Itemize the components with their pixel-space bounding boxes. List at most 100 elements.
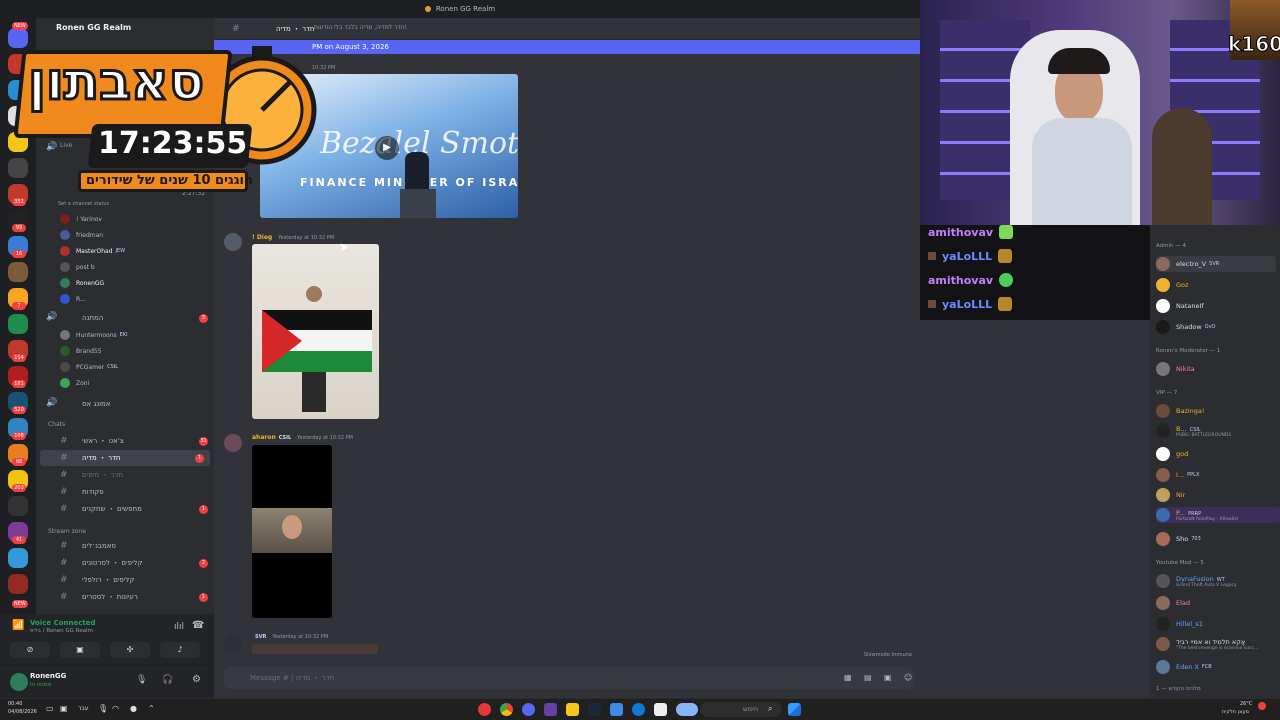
language-indicator[interactable]: עבר	[78, 705, 89, 712]
member-item[interactable]: אָקא תלמיד וא אמיי רביד "The best revenge…	[1156, 636, 1258, 652]
steam-icon[interactable]	[588, 703, 601, 716]
avatar[interactable]	[224, 634, 242, 652]
voice-user[interactable]: friedman	[60, 228, 103, 242]
clock-time[interactable]: 00:40	[8, 701, 22, 707]
message-author[interactable]: aharon CSIL Yesterday at 10:32 PM	[252, 434, 353, 441]
voice-user[interactable]: MasterOhad JEW	[60, 244, 125, 258]
weather-temp[interactable]: 26°C	[1240, 701, 1252, 707]
voice-user[interactable]: R...	[60, 292, 86, 306]
voice-channel-among-us[interactable]: אמונג אס	[36, 396, 214, 412]
member-item[interactable]: Hillel_s1	[1156, 616, 1203, 632]
chevron-up-icon[interactable]: ⌃	[148, 704, 155, 713]
text-channel[interactable]: # סאמבנ׳לים	[36, 538, 214, 554]
text-channel[interactable]: # קליפים ・ רולפלי	[36, 572, 214, 588]
member-item[interactable]: electro_V SVR	[1156, 256, 1276, 272]
member-item[interactable]: Bazinga!	[1156, 403, 1205, 419]
voice-user[interactable]: PCGamer CSIL	[60, 360, 118, 374]
member-item[interactable]: P... PRRP PartizaN RolePlay - AllowIist	[1156, 507, 1280, 523]
gif-icon[interactable]: ▤	[864, 673, 872, 682]
folder-icon[interactable]	[566, 703, 579, 716]
member-item[interactable]: Sho 703	[1156, 531, 1201, 547]
monitor-icon[interactable]: ▣	[60, 704, 68, 713]
wifi-icon[interactable]: ◠	[112, 704, 119, 713]
message-author[interactable]: SVR Yesterday at 10:32 PM	[252, 633, 328, 640]
attachment-preview[interactable]	[252, 644, 378, 654]
avatar	[1156, 574, 1170, 588]
app-icon[interactable]	[610, 703, 623, 716]
text-channel[interactable]: # חדר ・ מימים	[36, 467, 214, 483]
member-item[interactable]: Nir	[1156, 487, 1185, 503]
message-author[interactable]: ! Dieg Yesterday at 10:32 PM	[252, 234, 334, 241]
channel-status[interactable]: Set a channel status	[58, 201, 109, 207]
sticker-icon[interactable]: ▣	[884, 673, 892, 682]
text-channel-active[interactable]: # חדר ・ מדיה 1	[40, 450, 210, 466]
app-icon[interactable]	[654, 703, 667, 716]
server-icon[interactable]	[8, 496, 28, 516]
member-item[interactable]: Shadow OvO	[1156, 319, 1216, 335]
voice-user[interactable]: Zoni	[60, 376, 89, 390]
alert-icon[interactable]	[1258, 702, 1266, 710]
member-item[interactable]: I... PPLX	[1156, 467, 1199, 483]
gift-icon[interactable]: ▦	[844, 673, 852, 682]
chrome-icon[interactable]	[500, 703, 513, 716]
member-item[interactable]: Eden X FCB	[1156, 659, 1212, 675]
discord-icon[interactable]	[522, 703, 535, 716]
member-item[interactable]: god	[1156, 446, 1188, 462]
emoji-icon[interactable]: ☺	[904, 673, 912, 682]
screen-share-button[interactable]: ▣	[60, 642, 100, 658]
voice-user[interactable]: ! Yarinov	[60, 212, 102, 226]
soundboard-button[interactable]: ♪	[160, 642, 200, 658]
member-item[interactable]: Goz	[1156, 277, 1188, 293]
server-badge: 181	[12, 380, 26, 388]
category-chats[interactable]: Chats	[48, 421, 65, 428]
member-item[interactable]: Elad	[1156, 595, 1190, 611]
camera-off-button[interactable]: ⊘	[10, 642, 50, 658]
video-attachment[interactable]	[252, 445, 332, 618]
noise-suppression-icon[interactable]: ılıl	[174, 622, 184, 632]
text-channel[interactable]: # קליפים ・ לסרטונים 2	[36, 555, 214, 571]
voice-user[interactable]: RonenGG	[60, 276, 104, 290]
category-stream-zone[interactable]: Stream zone	[48, 528, 86, 535]
message-input[interactable]: Message # | חדר ・ מדיה	[224, 667, 914, 689]
voice-channel-waiting[interactable]: המתנה 3	[36, 310, 214, 326]
weather-text[interactable]: מעונן חלקית	[1222, 709, 1249, 715]
server-icon[interactable]	[8, 314, 28, 334]
text-channel[interactable]: # פקודות	[36, 484, 214, 500]
voice-user[interactable]: post b	[60, 260, 95, 274]
member-category: Ronen's Moderator — 1	[1156, 348, 1221, 354]
start-icon[interactable]	[788, 703, 801, 716]
voice-user[interactable]: Brand55	[60, 344, 102, 358]
play-icon[interactable]: ▶	[375, 136, 399, 160]
widgets-icon[interactable]	[676, 703, 698, 716]
streamer-shirt	[1032, 118, 1132, 225]
avatar[interactable]	[10, 673, 28, 691]
microphone-icon[interactable]: 🎙	[98, 704, 108, 713]
voice-channel-link[interactable]: בליפ / Ronen GG Realm	[30, 628, 93, 634]
server-icon[interactable]	[8, 574, 28, 594]
server-icon[interactable]	[8, 262, 28, 282]
server-icon[interactable]	[8, 548, 28, 568]
app-icon[interactable]	[544, 703, 557, 716]
edge-icon[interactable]	[632, 703, 645, 716]
voice-user[interactable]: Huntermoons EKI	[60, 328, 128, 342]
app-icon[interactable]	[478, 703, 491, 716]
avatar[interactable]	[224, 434, 242, 452]
avatar[interactable]	[224, 233, 242, 251]
text-channel[interactable]: # צ'אט ・ ראשי 31	[36, 433, 214, 449]
avatar	[60, 262, 70, 272]
disconnect-icon[interactable]: ☎	[192, 620, 204, 631]
notification-icon[interactable]: ▭	[46, 704, 54, 713]
headphones-icon[interactable]: 🎧	[162, 675, 173, 685]
activities-button[interactable]: ✣	[110, 642, 150, 658]
text-channel[interactable]: # מחפשים ・ שחקנים 1	[36, 501, 214, 517]
tray-icon[interactable]: ●	[130, 704, 137, 713]
clock-date[interactable]: 04/08/2026	[8, 709, 37, 715]
text-channel[interactable]: # רעיונות ・ לסטרים 1	[36, 589, 214, 605]
image-attachment[interactable]	[252, 244, 379, 419]
member-item[interactable]: B... CSIL PUBG: BATTLEGROUNDS	[1156, 423, 1231, 439]
gear-icon[interactable]: ⚙	[192, 674, 201, 685]
microphone-icon[interactable]: 🎙	[136, 675, 147, 685]
member-item[interactable]: Nikita	[1156, 361, 1195, 377]
member-item[interactable]: NataneIf	[1156, 298, 1204, 314]
member-item[interactable]: DynaFusion WT Grand Theft Auto V Legacy	[1156, 573, 1237, 589]
